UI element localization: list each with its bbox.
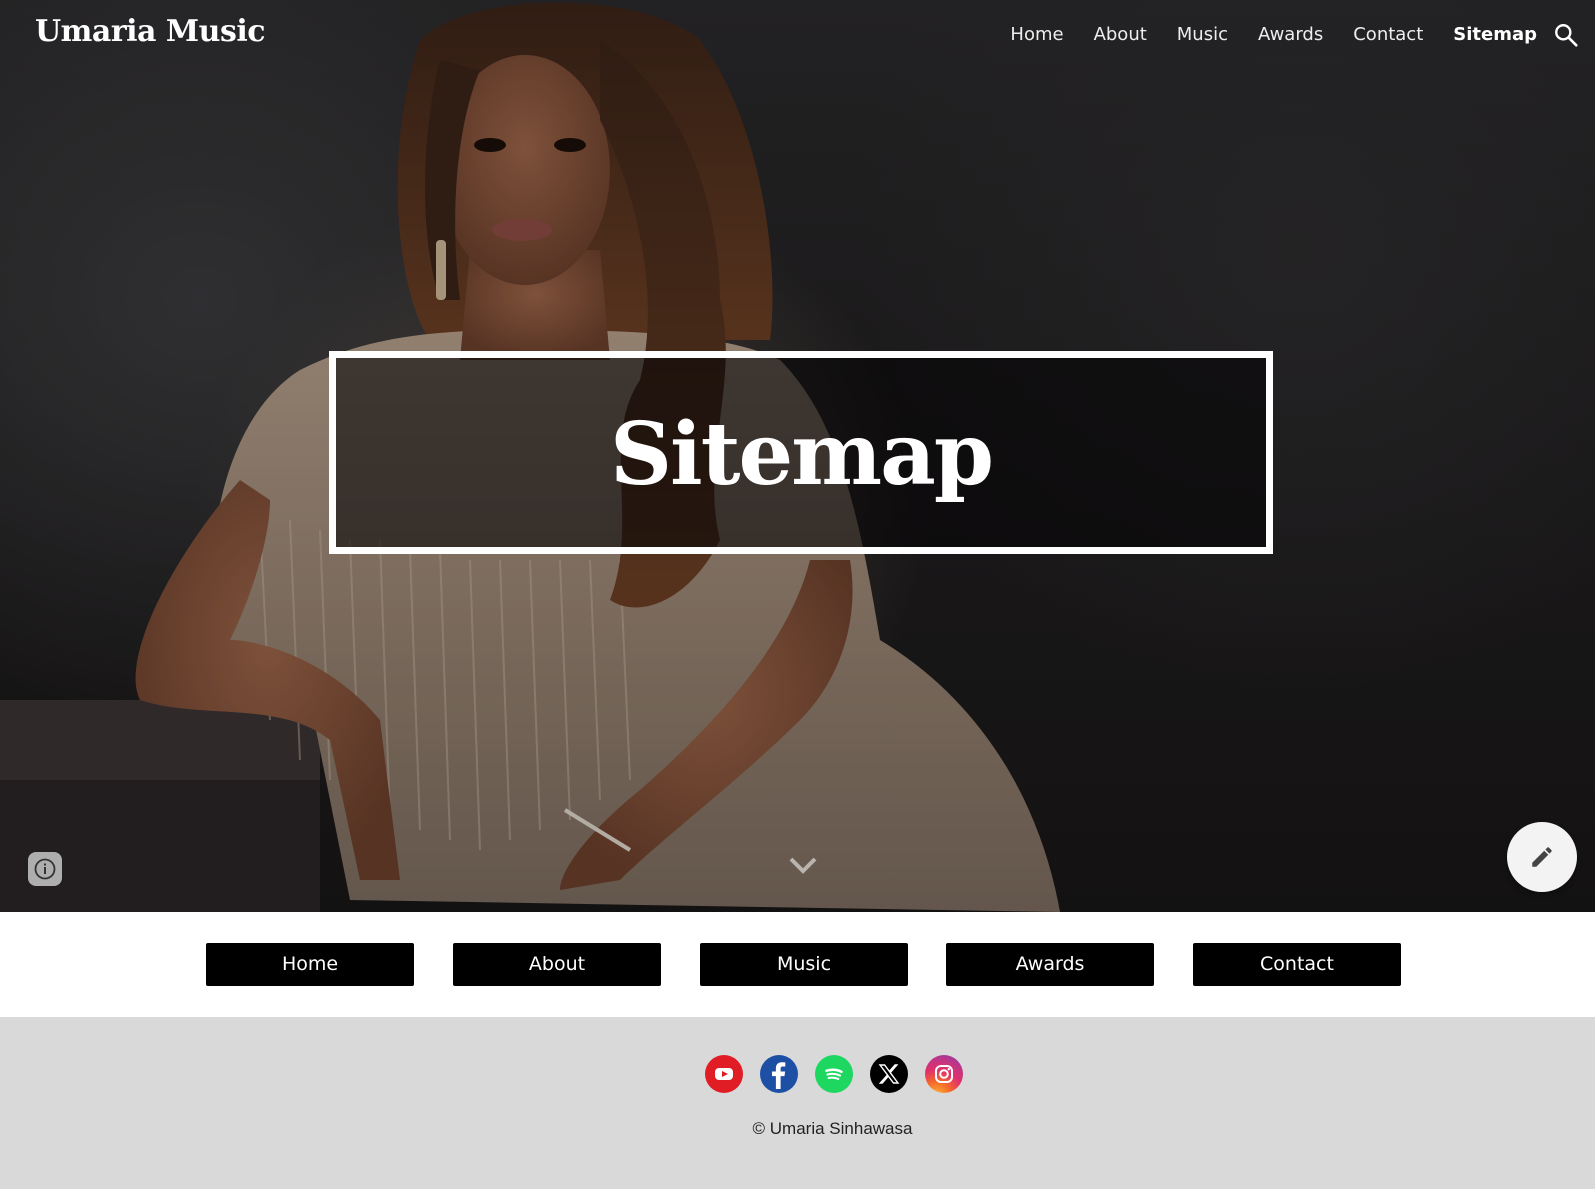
- page-buttons: Home About Music Awards Contact: [0, 912, 1595, 1017]
- hero-banner: Umaria Music Home About Music Awards Con…: [0, 0, 1595, 912]
- button-home[interactable]: Home: [206, 943, 414, 986]
- image-info-button[interactable]: [28, 852, 62, 886]
- spotify-link[interactable]: [815, 1055, 853, 1093]
- top-nav: Home About Music Awards Contact Sitemap: [980, 24, 1537, 45]
- facebook-link[interactable]: [760, 1055, 798, 1093]
- facebook-icon: [772, 1062, 786, 1089]
- scroll-down-button[interactable]: [786, 852, 820, 878]
- nav-link-awards[interactable]: Awards: [1258, 24, 1323, 45]
- search-icon: [1555, 24, 1578, 47]
- x-link[interactable]: [870, 1055, 908, 1093]
- edit-button[interactable]: [1507, 822, 1577, 892]
- nav-link-music[interactable]: Music: [1177, 24, 1228, 45]
- button-awards[interactable]: Awards: [946, 943, 1154, 986]
- x-icon: [878, 1064, 900, 1084]
- nav-link-sitemap[interactable]: Sitemap: [1453, 24, 1537, 45]
- page-title: Sitemap: [609, 404, 994, 505]
- youtube-icon: [715, 1068, 733, 1080]
- page: Umaria Music Home About Music Awards Con…: [0, 0, 1595, 1189]
- search-button[interactable]: [1553, 22, 1579, 48]
- instagram-icon: [935, 1065, 953, 1083]
- spotify-icon: [825, 1068, 843, 1080]
- nav-link-about[interactable]: About: [1094, 24, 1147, 45]
- button-music[interactable]: Music: [700, 943, 908, 986]
- button-contact[interactable]: Contact: [1193, 943, 1401, 986]
- nav-link-contact[interactable]: Contact: [1353, 24, 1423, 45]
- button-about[interactable]: About: [453, 943, 661, 986]
- social-links: [705, 1055, 963, 1093]
- page-title-box: Sitemap: [329, 351, 1273, 554]
- instagram-link[interactable]: [925, 1055, 963, 1093]
- footer: © Umaria Sinhawasa: [0, 1017, 1595, 1189]
- chevron-down-icon: [789, 857, 817, 874]
- copyright-text: © Umaria Sinhawasa: [752, 1119, 913, 1138]
- pencil-icon: [1532, 847, 1552, 867]
- youtube-link[interactable]: [705, 1055, 743, 1093]
- info-icon: [34, 858, 56, 880]
- site-title-link[interactable]: Umaria Music: [35, 14, 266, 49]
- nav-link-home[interactable]: Home: [1010, 24, 1063, 45]
